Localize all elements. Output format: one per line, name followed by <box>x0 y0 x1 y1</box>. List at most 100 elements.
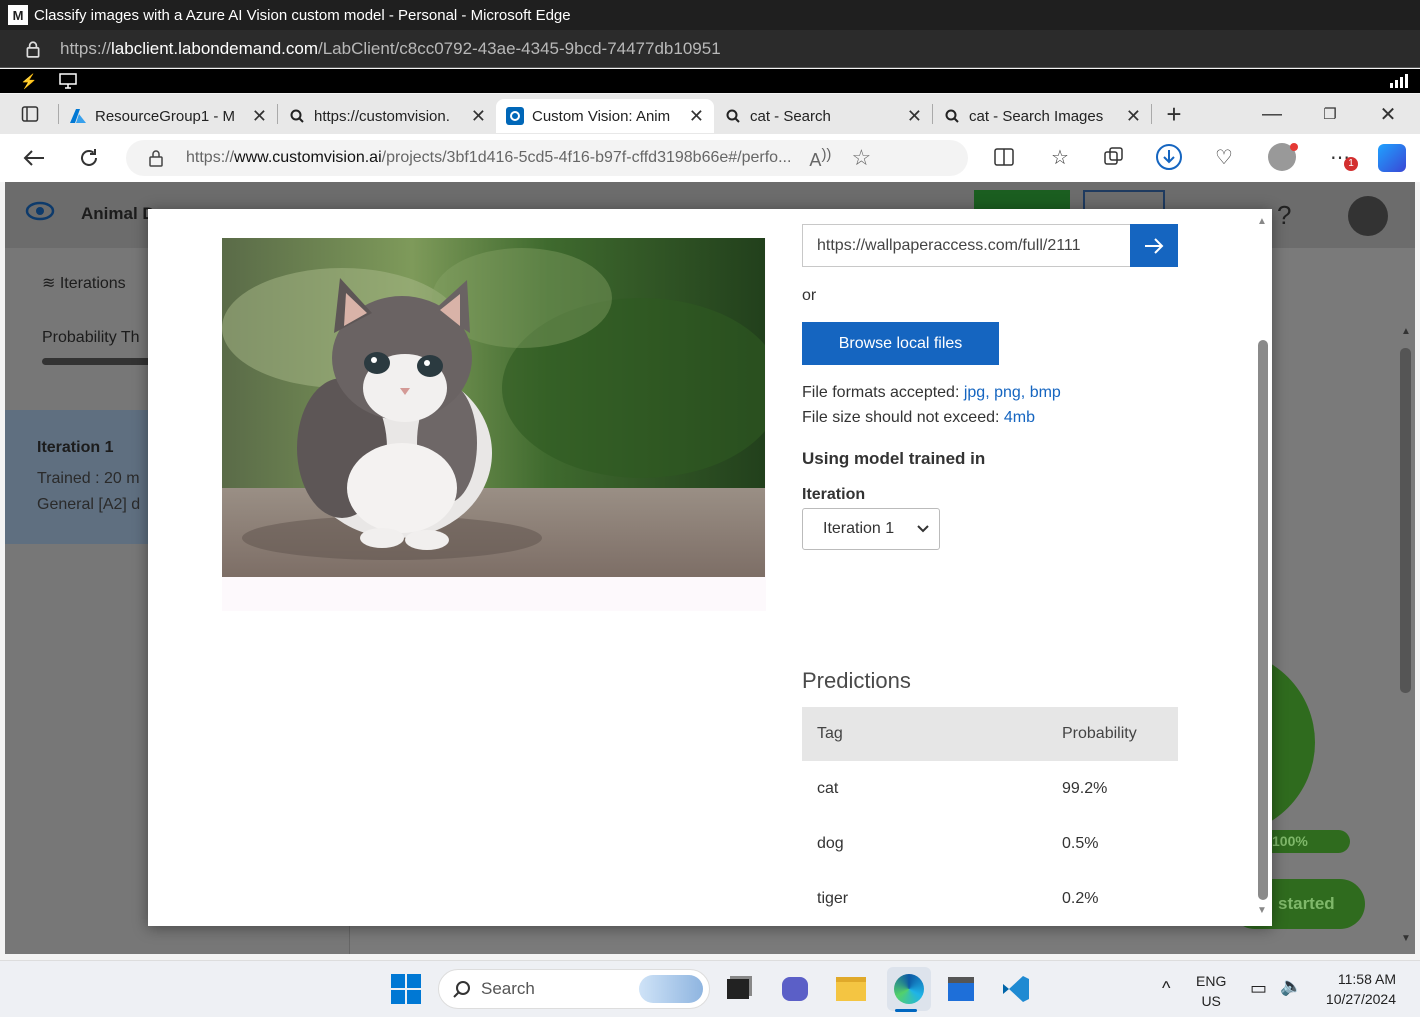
table-row: dog 0.5% <box>802 816 1178 871</box>
refresh-icon[interactable] <box>75 144 103 172</box>
tab-cat-search[interactable]: cat - Search ✕ <box>714 99 932 133</box>
submit-url-button[interactable] <box>1130 224 1178 267</box>
test-image <box>222 238 765 577</box>
project-name[interactable]: Animal D <box>81 204 155 224</box>
lab-url-domain: labclient.labondemand.com <box>111 38 318 58</box>
prediction-probability: 0.2% <box>1062 889 1099 907</box>
file-size-text: File size should not exceed: 4mb <box>802 409 1035 427</box>
language-indicator[interactable]: ENG US <box>1196 971 1226 1011</box>
network-icon[interactable]: ▭ <box>1250 978 1267 999</box>
image-url-input[interactable]: https://wallpaperaccess.com/full/2111 <box>802 224 1132 267</box>
vscode-icon[interactable] <box>998 971 1034 1007</box>
size-value: 4mb <box>1003 409 1036 426</box>
user-avatar[interactable] <box>1348 196 1388 236</box>
prediction-tag: dog <box>817 834 844 852</box>
favorites-icon[interactable]: ☆ <box>1046 143 1074 171</box>
format-png: png <box>994 384 1021 401</box>
clock-date: 10/27/2024 <box>1325 991 1396 1007</box>
minimize-icon[interactable]: — <box>1258 100 1286 128</box>
downloads-icon[interactable] <box>1155 143 1183 171</box>
close-icon[interactable]: ✕ <box>907 106 922 127</box>
size-prefix: File size should not exceed: <box>802 409 1004 426</box>
lightning-icon[interactable]: ⚡ <box>20 73 37 90</box>
lab-url-prefix: https:// <box>60 38 112 58</box>
search-placeholder: Search <box>481 979 535 998</box>
probability-label: Probability Th <box>42 329 140 346</box>
teams-chat-icon[interactable] <box>777 971 813 1007</box>
lang-top: ENG <box>1196 973 1227 989</box>
page-scrollbar[interactable] <box>1400 348 1411 693</box>
close-icon[interactable]: ✕ <box>252 106 267 127</box>
lab-url-bar: https://labclient.labondemand.com/LabCli… <box>0 30 1420 68</box>
tab-custom-vision[interactable]: Custom Vision: Anim ✕ <box>496 99 714 133</box>
tag-column-header: Tag <box>817 725 843 742</box>
iteration-selected: Iteration 1 <box>823 520 895 537</box>
scroll-down-icon[interactable]: ▼ <box>1401 933 1411 944</box>
split-screen-icon[interactable] <box>990 143 1018 171</box>
tab-actions-icon[interactable] <box>16 100 44 128</box>
scroll-up-icon[interactable]: ▲ <box>1401 326 1411 337</box>
search-icon <box>724 107 742 125</box>
table-row: tiger 0.2% <box>802 871 1178 926</box>
show-hidden-icons-icon[interactable]: ^ <box>1162 978 1170 999</box>
store-icon[interactable] <box>943 971 979 1007</box>
clock[interactable]: 11:58 AM 10/27/2024 <box>1320 969 1396 1009</box>
dialog-scroll-up-icon[interactable]: ▲ <box>1257 216 1267 227</box>
monitor-icon[interactable] <box>59 73 78 89</box>
clock-time: 11:58 AM <box>1337 971 1396 987</box>
using-model-heading: Using model trained in <box>802 449 986 468</box>
favorite-star-icon[interactable]: ☆ <box>851 145 871 171</box>
copilot-icon[interactable] <box>1378 144 1406 172</box>
restore-icon[interactable]: ❐ <box>1316 100 1344 128</box>
close-icon[interactable]: ✕ <box>471 106 486 127</box>
search-icon <box>453 981 470 998</box>
dialog-scrollbar[interactable] <box>1258 340 1268 900</box>
prediction-tag: tiger <box>817 889 849 907</box>
notification-badge: 1 <box>1344 157 1358 171</box>
browser-essentials-icon[interactable]: ♡ <box>1210 143 1238 171</box>
back-icon[interactable] <box>20 144 48 172</box>
search-icon <box>288 107 306 125</box>
window-close-icon[interactable]: ✕ <box>1374 100 1402 128</box>
probability-slider[interactable] <box>42 358 152 365</box>
browse-local-files-button[interactable]: Browse local files <box>802 322 999 365</box>
help-icon[interactable]: ? <box>1277 200 1291 231</box>
lab-toolbar: ⚡ <box>0 69 1420 93</box>
read-aloud-icon[interactable]: A)) <box>809 146 831 171</box>
windows-start-icon[interactable] <box>391 974 421 1004</box>
window-title-bar: M Classify images with a Azure AI Vision… <box>0 0 1420 30</box>
collections-icon[interactable] <box>1100 143 1128 171</box>
file-explorer-icon[interactable] <box>833 971 869 1007</box>
azure-icon <box>69 107 87 125</box>
iteration-select[interactable]: Iteration 1 <box>802 508 940 550</box>
tab-cat-search-images[interactable]: cat - Search Images ✕ <box>933 99 1151 133</box>
edge-icon[interactable] <box>887 967 931 1011</box>
tab-customvision-search[interactable]: https://customvision. ✕ <box>278 99 496 133</box>
lock-icon <box>26 40 40 58</box>
table-header: Tag Probability <box>802 707 1178 761</box>
task-view-icon[interactable] <box>720 971 756 1007</box>
iterations-label: Iterations <box>59 275 126 292</box>
url-path: /projects/3bf1d416-5cd5-4f16-b97f-cffd31… <box>381 149 792 166</box>
close-icon[interactable]: ✕ <box>689 106 704 127</box>
taskbar-search[interactable]: Search <box>438 969 710 1009</box>
chevron-down-icon <box>917 525 929 533</box>
active-app-indicator <box>895 1009 917 1012</box>
iteration-name: Iteration 1 <box>37 439 114 456</box>
prediction-probability: 0.5% <box>1062 834 1099 852</box>
close-icon[interactable]: ✕ <box>1126 106 1141 127</box>
format-jpg: jpg <box>963 384 986 401</box>
table-row: cat 99.2% <box>802 761 1178 816</box>
window-title: Classify images with a Azure AI Vision c… <box>34 6 571 24</box>
dialog-scroll-down-icon[interactable]: ▼ <box>1257 905 1267 916</box>
volume-icon[interactable]: 🔈 <box>1280 976 1302 997</box>
lang-bottom: US <box>1201 993 1221 1009</box>
lock-icon <box>149 150 163 167</box>
new-tab-icon[interactable]: + <box>1160 99 1188 129</box>
or-text: or <box>802 287 817 304</box>
tab-resourcegroup[interactable]: ResourceGroup1 - M ✕ <box>59 99 277 133</box>
tab-label: Custom Vision: Anim <box>532 107 671 125</box>
search-highlight-image <box>639 975 703 1003</box>
address-bar[interactable]: https://www.customvision.ai/projects/3bf… <box>126 140 968 176</box>
arrow-right-icon <box>1145 237 1164 254</box>
